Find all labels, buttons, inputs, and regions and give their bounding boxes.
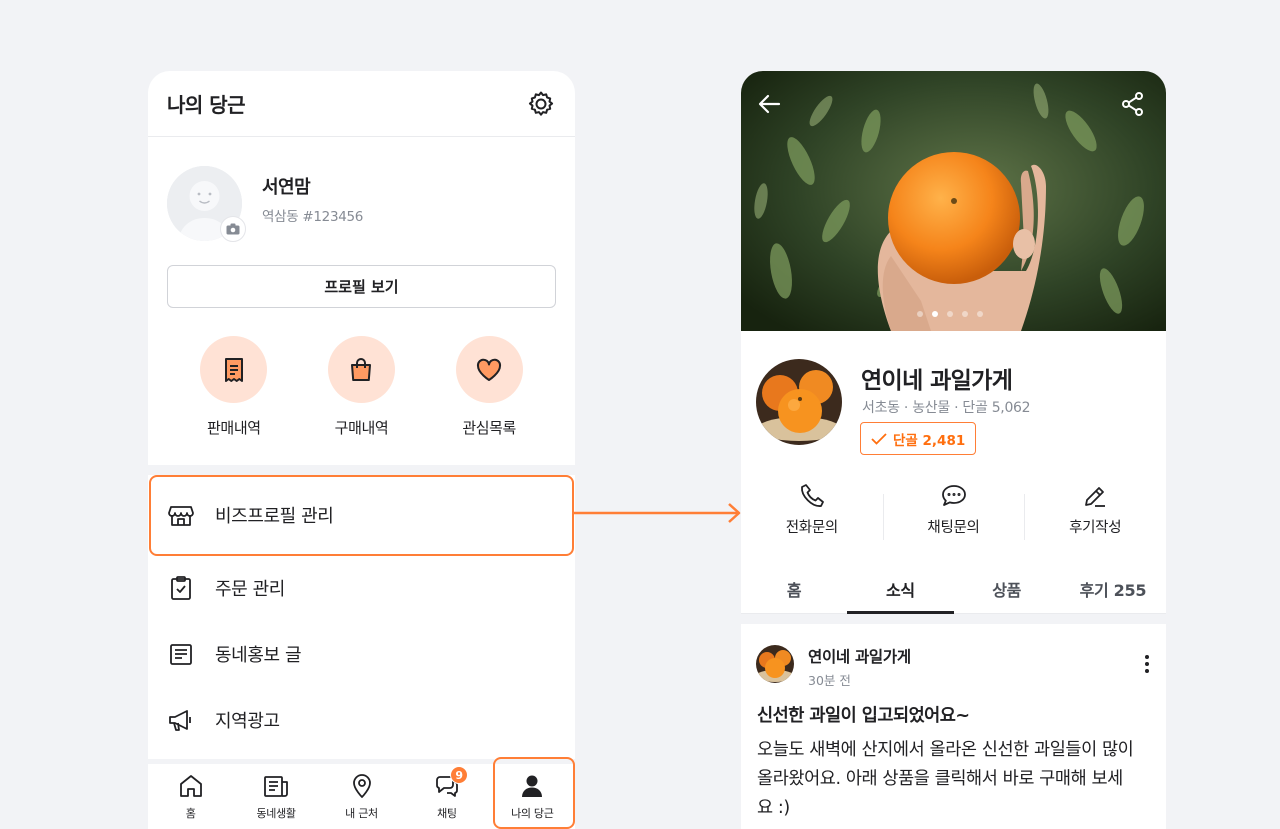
carousel-dot-active — [932, 311, 938, 317]
home-icon — [179, 775, 202, 797]
action-label: 채팅문의 — [927, 520, 980, 536]
store-photo-carousel[interactable] — [741, 71, 1166, 331]
carousel-dot — [962, 311, 968, 317]
profile-name: 서연맘 — [262, 177, 311, 198]
heart-icon — [455, 336, 523, 403]
tab-chat[interactable]: 9 채팅 — [404, 764, 489, 829]
tab-label: 동네생활 — [256, 807, 296, 820]
document-icon — [167, 640, 195, 668]
tab-community[interactable]: 동네생활 — [233, 764, 318, 829]
chat-bubbles-icon — [941, 485, 966, 506]
megaphone-icon — [167, 706, 195, 734]
tab-products[interactable]: 상품 — [954, 565, 1060, 613]
menu-list: 비즈프로필 관리 주문 관리 동네홍보 글 지역광고 — [148, 475, 575, 753]
check-icon — [871, 432, 887, 445]
tab-label: 나의 당근 — [511, 807, 554, 820]
camera-icon[interactable] — [220, 216, 246, 242]
post-title: 신선한 과일이 입고되었어요~ — [757, 706, 970, 726]
tab-nearby[interactable]: 내 근처 — [319, 764, 404, 829]
write-review-button[interactable]: 후기작성 — [1024, 482, 1166, 552]
pencil-icon — [1085, 487, 1106, 507]
header: 나의 당근 — [148, 71, 575, 137]
post-author: 연이네 과일가게 — [808, 648, 911, 666]
tab-label: 내 근처 — [345, 807, 378, 820]
post-time: 30분 전 — [808, 673, 851, 688]
tab-reviews[interactable]: 후기 255 — [1060, 565, 1166, 613]
store-icon — [167, 501, 195, 529]
chat-inquiry-button[interactable]: 채팅문의 — [882, 482, 1025, 552]
regulars-button[interactable]: 단골 2,481 — [860, 422, 977, 455]
tab-home[interactable]: 홈 — [148, 764, 233, 829]
menu-label: 주문 관리 — [215, 579, 285, 600]
menu-item-order-management[interactable]: 주문 관리 — [148, 555, 575, 621]
more-vertical-icon[interactable] — [1144, 654, 1150, 674]
store-meta: 서초동 · 농산물 · 단골 5,062 — [862, 400, 1031, 416]
store-tabs: 홈 소식 상품 후기 255 — [741, 565, 1166, 614]
action-buttons: 전화문의 채팅문의 후기작성 — [741, 482, 1166, 552]
divider — [148, 465, 575, 475]
store-logo — [756, 359, 842, 445]
back-arrow-icon[interactable] — [757, 91, 783, 117]
news-post[interactable]: 연이네 과일가게 30분 전 신선한 과일이 입고되었어요~ 오늘도 새벽에 산… — [741, 624, 1166, 823]
unread-badge: 9 — [450, 766, 469, 784]
tab-home[interactable]: 홈 — [741, 565, 847, 613]
profile-location-id: 역삼동 #123456 — [262, 209, 364, 225]
receipt-icon — [200, 336, 268, 403]
quick-label: 관심목록 — [462, 419, 516, 437]
tab-label: 홈 — [185, 807, 196, 820]
share-icon[interactable] — [1120, 91, 1146, 117]
person-icon — [522, 775, 543, 797]
my-karrot-screen: 나의 당근 서연맘 역삼동 #123456 프로필 보기 판매내역 구매내역 관… — [148, 71, 575, 829]
quick-label: 판매내역 — [207, 419, 261, 437]
divider — [741, 614, 1166, 624]
regulars-count: 단골 2,481 — [893, 432, 966, 449]
menu-label: 비즈프로필 관리 — [215, 506, 334, 527]
post-avatar — [756, 645, 794, 683]
menu-item-local-promo[interactable]: 동네홍보 글 — [148, 621, 575, 687]
location-pin-icon — [352, 774, 371, 798]
quick-wishlist[interactable]: 관심목록 — [434, 336, 544, 438]
view-profile-button[interactable]: 프로필 보기 — [167, 265, 556, 308]
quick-label: 구매내역 — [334, 419, 389, 437]
bottom-tab-bar: 홈 동네생활 내 근처 9 채팅 나의 당근 — [148, 759, 575, 829]
gear-icon[interactable] — [526, 89, 556, 119]
menu-item-local-ads[interactable]: 지역광고 — [148, 687, 575, 753]
news-icon — [264, 776, 289, 797]
tab-my-karrot[interactable]: 나의 당근 — [490, 764, 575, 829]
phone-inquiry-button[interactable]: 전화문의 — [741, 482, 883, 552]
carousel-dot — [917, 311, 923, 317]
carousel-indicator — [917, 311, 983, 317]
quick-purchase-history[interactable]: 구매내역 — [306, 336, 416, 438]
phone-icon — [800, 484, 824, 507]
carousel-dot — [947, 311, 953, 317]
quick-menu: 판매내역 구매내역 관심목록 — [148, 336, 575, 438]
post-body: 오늘도 새벽에 산지에서 올라온 신선한 과일들이 많이 올라왔어요. 아래 상… — [757, 740, 1134, 818]
menu-label: 동네홍보 글 — [215, 645, 302, 666]
store-name: 연이네 과일가게 — [861, 368, 1013, 394]
post-header: 연이네 과일가게 30분 전 — [741, 624, 1166, 696]
tab-label: 채팅 — [437, 807, 457, 820]
tab-news[interactable]: 소식 — [847, 565, 954, 614]
flow-arrow — [574, 503, 741, 523]
quick-sales-history[interactable]: 판매내역 — [179, 336, 289, 438]
profile-section: 서연맘 역삼동 #123456 — [148, 137, 575, 261]
action-label: 후기작성 — [1069, 520, 1122, 536]
clipboard-icon — [167, 574, 195, 602]
page-title: 나의 당근 — [167, 93, 246, 117]
menu-item-biz-profile[interactable]: 비즈프로필 관리 — [148, 475, 575, 555]
biz-profile-screen: 연이네 과일가게 서초동 · 농산물 · 단골 5,062 단골 2,481 전… — [741, 71, 1166, 829]
menu-label: 지역광고 — [215, 711, 280, 732]
shopping-bag-icon — [327, 336, 395, 403]
action-label: 전화문의 — [785, 520, 838, 536]
store-info: 연이네 과일가게 서초동 · 농산물 · 단골 5,062 단골 2,481 — [741, 331, 1166, 477]
carousel-dot — [977, 311, 983, 317]
